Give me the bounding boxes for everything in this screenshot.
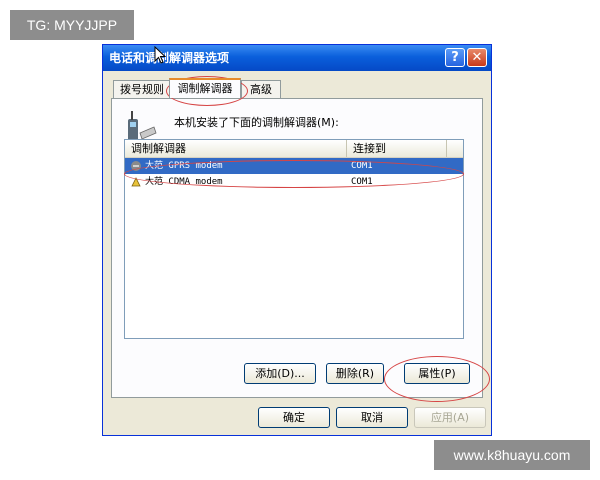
tab-dialing-rules[interactable]: 拨号规则 <box>113 80 171 98</box>
tab-modems[interactable]: 调制解调器 <box>169 78 241 98</box>
column-header-port[interactable]: 连接到 <box>347 140 447 157</box>
watermark-top-left: TG: MYYJJPP <box>10 10 134 40</box>
modem-port: COM1 <box>351 177 373 187</box>
list-header: 调制解调器 连接到 <box>125 140 463 158</box>
properties-button[interactable]: 属性(P) <box>404 363 470 384</box>
help-icon: ? <box>451 50 459 65</box>
close-button[interactable]: ✕ <box>467 48 487 67</box>
dialog-title: 电话和调制解调器选项 <box>109 51 230 65</box>
close-icon: ✕ <box>471 50 483 65</box>
apply-button[interactable]: 应用(A) <box>414 407 486 428</box>
add-button[interactable]: 添加(D)... <box>244 363 316 384</box>
modem-name: 大范 CDMA modem <box>145 177 223 187</box>
watermark-bottom-right: www.k8huayu.com <box>434 440 590 470</box>
modem-icon <box>131 161 141 171</box>
list-item[interactable]: 大范 CDMA modem COM1 <box>125 174 463 190</box>
modem-list[interactable]: 调制解调器 连接到 大范 GPRS modem COM1 大范 CDMA mod… <box>124 139 464 339</box>
modem-name: 大范 GPRS modem <box>145 161 223 171</box>
description-label: 本机安装了下面的调制解调器(M): <box>174 116 339 129</box>
list-item[interactable]: 大范 GPRS modem COM1 <box>125 158 463 174</box>
tab-panel: 本机安装了下面的调制解调器(M): 调制解调器 连接到 大范 GPRS mode… <box>111 98 483 398</box>
mouse-cursor-icon <box>154 46 166 64</box>
ok-button[interactable]: 确定 <box>258 407 330 428</box>
modem-port: COM1 <box>351 161 373 171</box>
cancel-button[interactable]: 取消 <box>336 407 408 428</box>
modem-icon <box>131 177 141 187</box>
delete-button[interactable]: 删除(R) <box>326 363 384 384</box>
column-header-modem[interactable]: 调制解调器 <box>125 140 347 157</box>
tab-advanced[interactable]: 高级 <box>241 80 281 98</box>
help-button[interactable]: ? <box>445 48 465 67</box>
phone-modem-options-dialog: 电话和调制解调器选项 ? ✕ 拨号规则 调制解调器 高级 本机安装了下面的调制解… <box>102 44 492 436</box>
phone-icon <box>128 111 157 141</box>
